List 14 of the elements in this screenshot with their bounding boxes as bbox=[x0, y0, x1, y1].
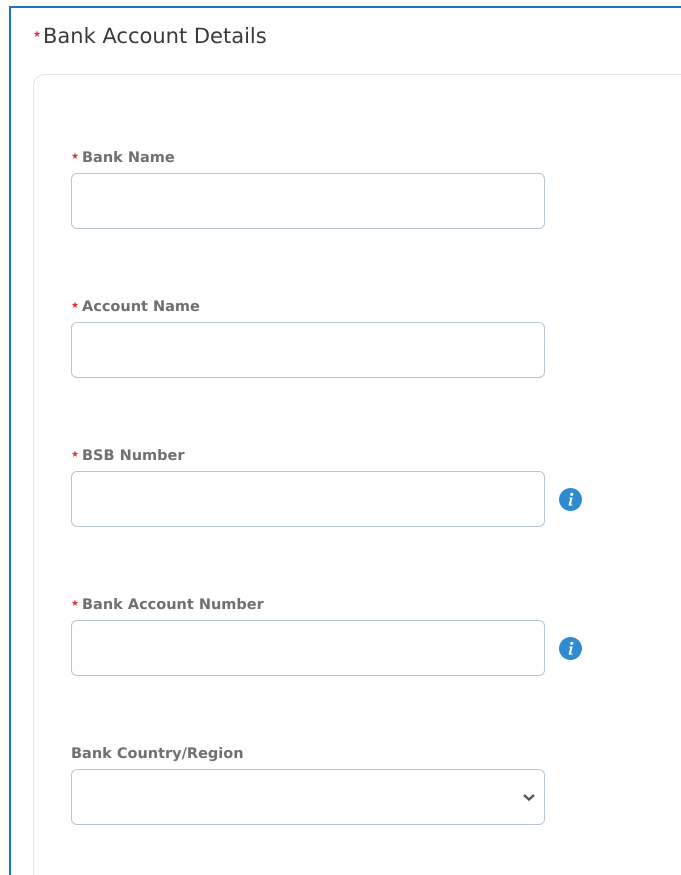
field-label: BSB Number bbox=[82, 448, 185, 464]
field-label: Account Name bbox=[82, 299, 200, 315]
chevron-down-icon bbox=[522, 792, 536, 802]
field-label: Bank Account Number bbox=[82, 597, 264, 613]
section-title: Bank Account Details bbox=[43, 24, 267, 48]
input-field[interactable] bbox=[71, 620, 545, 676]
input-field[interactable] bbox=[71, 173, 545, 229]
info-icon[interactable] bbox=[559, 636, 582, 660]
field-label: Bank Name bbox=[82, 150, 175, 166]
info-icon[interactable] bbox=[559, 488, 582, 510]
dropdown-field[interactable] bbox=[71, 769, 545, 825]
field-label: Bank Country/Region bbox=[71, 746, 244, 762]
input-field[interactable] bbox=[71, 322, 545, 378]
input-field[interactable] bbox=[71, 471, 545, 527]
